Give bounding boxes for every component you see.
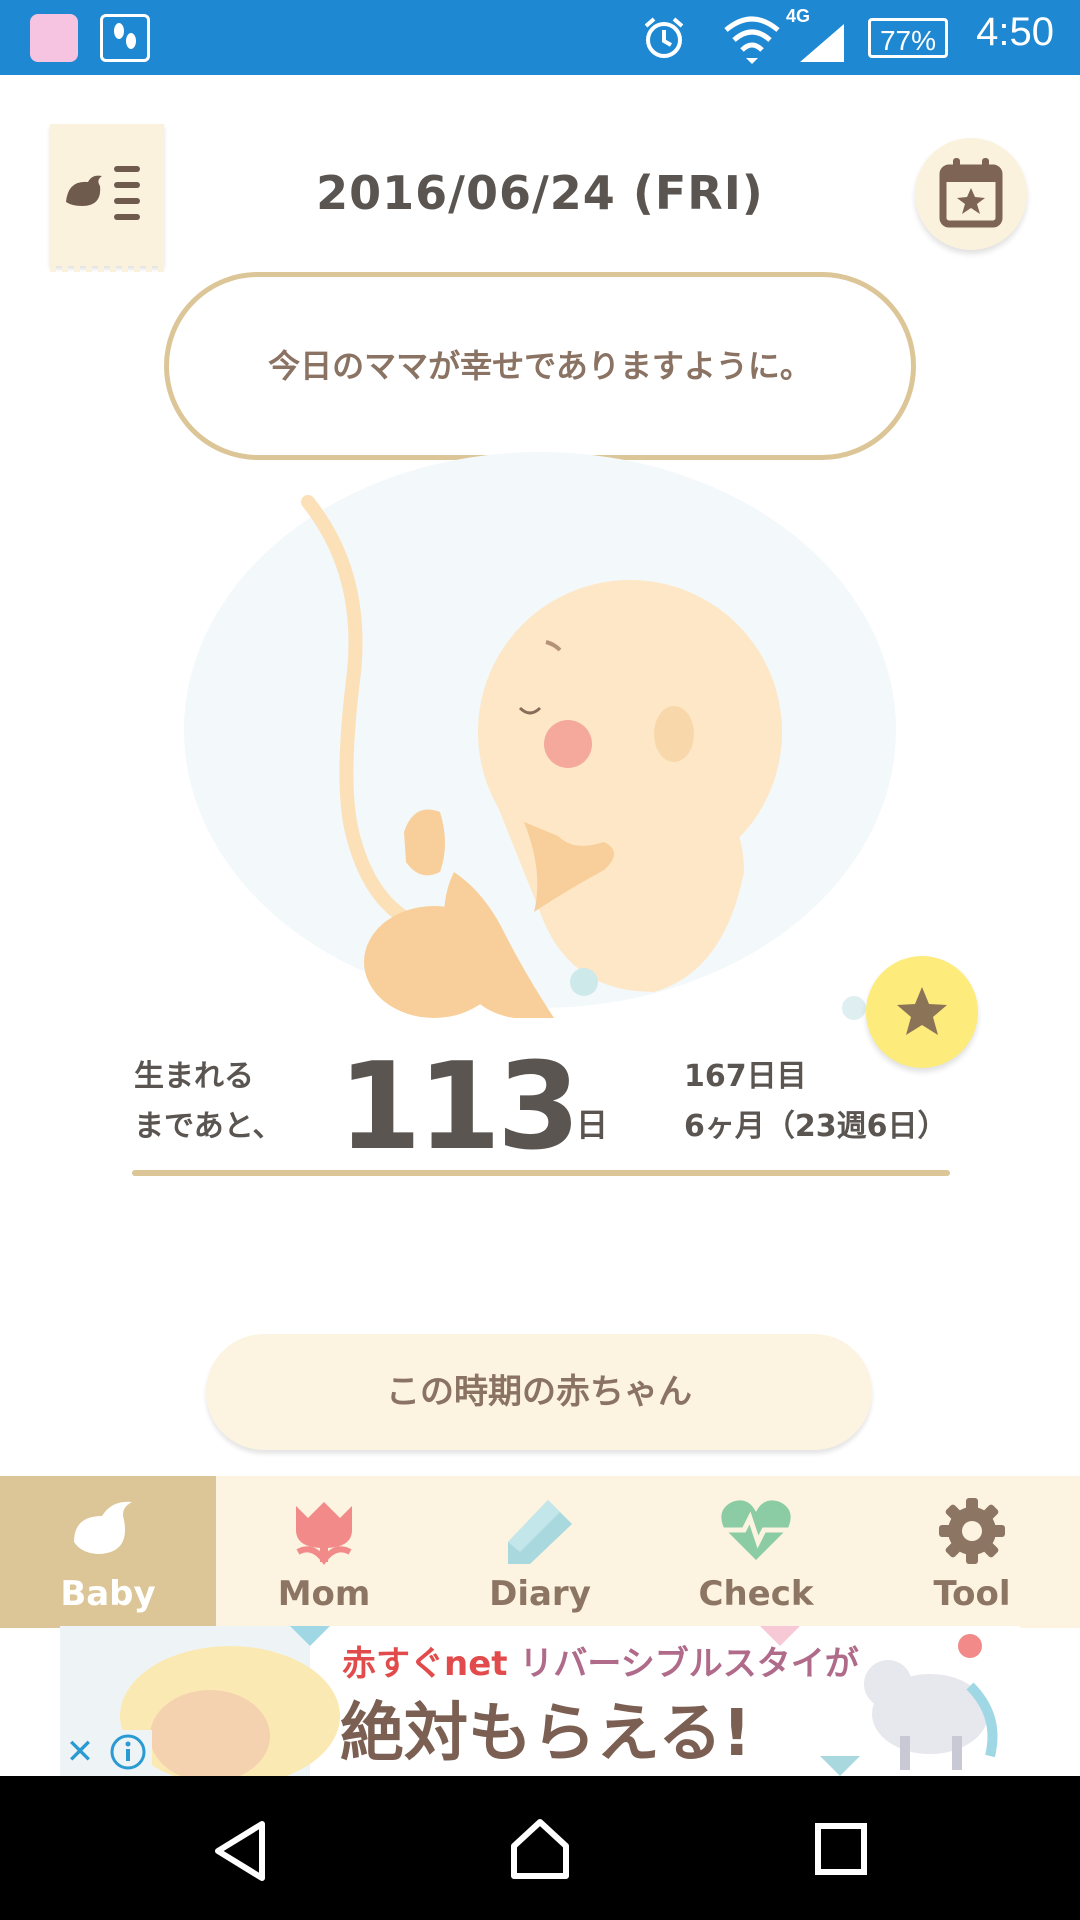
app-notification-icon: [30, 14, 78, 62]
favorite-star-button[interactable]: [866, 956, 978, 1068]
bird-icon: [74, 1501, 132, 1554]
tab-mom[interactable]: Mom: [216, 1476, 432, 1628]
tab-label: Baby: [60, 1574, 156, 1614]
bottom-tab-bar: Baby Mom Diary Check Tool: [0, 1476, 1080, 1628]
countdown-divider: [132, 1170, 950, 1176]
alarm-icon: [644, 17, 684, 58]
ad-subtext: リバーシブルスタイが: [507, 1644, 859, 1684]
calendar-star-icon: [939, 158, 1003, 228]
tab-check[interactable]: Check: [648, 1476, 864, 1628]
clock: 4:50: [976, 10, 1054, 54]
days-remaining: 113: [338, 1038, 580, 1177]
ad-brand: 赤すぐnet: [342, 1644, 508, 1684]
tab-tool[interactable]: Tool: [864, 1476, 1080, 1628]
back-icon[interactable]: [210, 1820, 270, 1882]
tab-label: Check: [698, 1574, 814, 1614]
tab-label: Tool: [933, 1574, 1011, 1614]
battery-indicator: 77%: [868, 18, 948, 58]
message-bubble: 今日のママが幸せでありますように。: [164, 272, 916, 460]
star-icon: [897, 987, 947, 1035]
pencil-icon: [508, 1500, 572, 1564]
calendar-button[interactable]: [915, 138, 1027, 250]
wifi-icon: [724, 16, 780, 64]
footprint-app-icon: [100, 14, 150, 62]
gear-icon: [939, 1498, 1005, 1564]
recent-apps-icon[interactable]: [814, 1822, 868, 1876]
tab-label: Diary: [489, 1574, 591, 1614]
countdown-label-line1: 生まれる: [134, 1059, 254, 1094]
home-icon[interactable]: [508, 1816, 572, 1882]
day-count: 167日目: [684, 1059, 807, 1094]
daily-message: 今日のママが幸せでありますように。: [268, 347, 812, 385]
ad-info-icon[interactable]: [104, 1730, 152, 1774]
menu-button[interactable]: [50, 124, 164, 272]
star-indicator-dot: [842, 996, 866, 1020]
status-bar: 4G 77% 4:50: [0, 0, 1080, 75]
tulip-icon: [296, 1502, 352, 1565]
fetus-illustration: [184, 452, 896, 1018]
bird-list-icon: [66, 166, 140, 220]
tab-diary[interactable]: Diary: [432, 1476, 648, 1628]
days-unit: 日: [576, 1106, 609, 1144]
tab-baby[interactable]: Baby: [0, 1476, 216, 1628]
system-navigation-bar: [0, 1776, 1080, 1920]
tab-label: Mom: [277, 1574, 371, 1614]
countdown-label-line2: まであと、: [134, 1109, 283, 1144]
ad-main-text: 絶対もらえる!: [340, 1697, 752, 1771]
pregnancy-month-week: 6ヶ月（23週6日）: [684, 1109, 948, 1144]
ad-headline: 赤すぐnet リバーシブルスタイが: [342, 1636, 859, 1685]
signal-icon: [800, 24, 844, 62]
ad-close-icon[interactable]: ✕: [60, 1730, 100, 1774]
baby-this-period-button[interactable]: この時期の赤ちゃん: [206, 1334, 872, 1450]
ad-banner[interactable]: 赤すぐnet リバーシブルスタイが 絶対もらえる!: [60, 1626, 1020, 1776]
current-date: 2016/06/24 (FRI): [316, 166, 764, 220]
heart-pulse-icon: [721, 1500, 791, 1560]
